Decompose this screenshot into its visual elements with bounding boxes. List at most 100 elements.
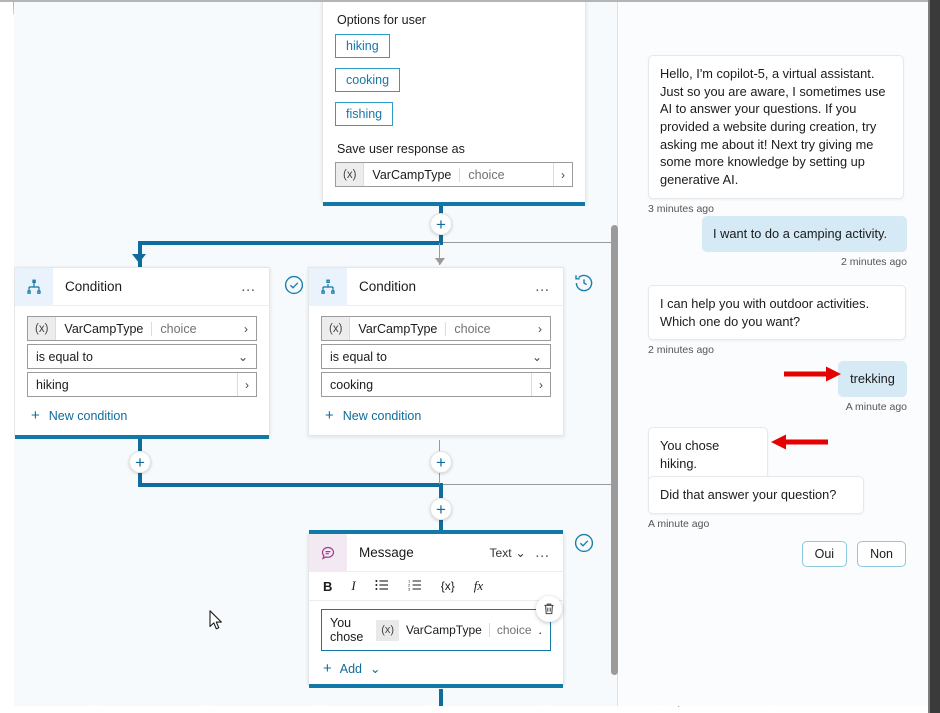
variable-prefix-icon: (x) [322,317,351,340]
chevron-down-icon[interactable]: ⌄ [524,350,550,364]
chevron-right-icon[interactable]: › [237,373,256,396]
flow-canvas[interactable]: Options for user hiking cooking fishing … [14,2,618,706]
timestamp: 2 minutes ago [648,344,714,357]
plus-icon: + [31,407,40,424]
add-node-button-4[interactable]: + [430,498,452,520]
timestamp: 3 minutes ago [648,202,714,215]
chevron-right-icon[interactable]: › [530,322,550,336]
variable-type: choice [151,321,204,336]
message-node[interactable]: Message Text ⌄ … B I 1 2 3 {x} fx You ch… [308,530,564,688]
red-arrow-right [784,366,841,382]
message-type-label: Text [489,545,512,560]
chevron-right-icon[interactable]: › [236,322,256,336]
condition-node-left[interactable]: Condition … (x) VarCampType choice › is … [14,267,270,439]
condition-variable-field[interactable]: (x) VarCampType choice › [321,316,551,341]
condition-node-body: (x) VarCampType choice › is equal to ⌄ h… [15,306,269,435]
chevron-down-icon: ⌄ [370,662,381,676]
screenshot-root: Options for user hiking cooking fishing … [0,0,940,713]
condition-variable-field[interactable]: (x) VarCampType choice › [27,316,257,341]
chat-message-user-2: trekking A minute ago [838,361,907,413]
torn-edge-left [0,0,14,713]
chat-test-panel: Hello, I'm copilot-5, a virtual assistan… [619,2,928,706]
variable-type: choice [488,623,539,637]
option-hiking[interactable]: hiking [335,34,390,58]
new-condition-button[interactable]: + New condition [27,400,257,427]
trash-icon[interactable] [536,596,562,622]
quick-reply-oui[interactable]: Oui [801,541,848,567]
variable-type: choice [445,321,498,336]
bulleted-list-icon[interactable] [375,579,389,594]
node-accent-bar [15,435,269,439]
top-border [0,0,940,2]
mouse-cursor [209,610,222,630]
chevron-down-icon[interactable]: ⌄ [230,350,256,364]
save-variable-field[interactable]: (x) VarCampType choice › [335,162,573,187]
user-bubble-text: trekking [838,361,907,397]
condition-value-field[interactable]: cooking › [321,372,551,397]
timestamp: A minute ago [845,400,907,413]
bot-bubble-text: I can help you with outdoor activities. … [648,285,906,341]
chat-message-user-1: I want to do a camping activity. 2 minut… [702,216,907,268]
chevron-right-icon[interactable]: › [531,373,550,396]
user-bubble-text: I want to do a camping activity. [702,216,907,252]
node-accent-bar-top [309,530,563,534]
connector-segment [439,689,443,706]
add-node-button-3[interactable]: + [430,451,452,473]
condition-value-field[interactable]: hiking › [27,372,257,397]
variable-name: VarCampType [372,167,452,182]
variable-prefix-icon: (x) [336,163,365,186]
condition-icon [15,268,53,306]
new-condition-button[interactable]: + New condition [321,400,551,427]
condition-node-header: Condition … [15,268,269,306]
chat-message-bot-3: You chose hiking. [648,427,768,483]
right-border-outer [930,0,940,713]
variable-insert-icon[interactable]: {x} [441,579,455,593]
node-accent-bar [323,202,585,206]
condition-node-body: (x) VarCampType choice › is equal to ⌄ c… [309,306,563,435]
red-arrow-left [771,434,828,450]
italic-icon[interactable]: I [351,578,355,594]
condition-node-menu-button[interactable]: … [241,278,269,295]
arrow-head [132,254,146,263]
condition-operator-select[interactable]: is equal to ⌄ [321,344,551,369]
canvas-vertical-scrollbar[interactable] [611,225,618,675]
condition-node-title: Condition [65,279,123,294]
message-variable-chip[interactable]: (x) VarCampType choice [376,619,539,641]
condition-operator-value: is equal to [330,349,387,364]
quick-reply-non[interactable]: Non [857,541,906,567]
add-label: Add [339,661,363,676]
variable-name: VarCampType [406,623,482,637]
message-text-prefix: You chose [330,616,364,644]
numbered-list-icon[interactable]: 1 2 3 [408,578,422,594]
message-text-editor[interactable]: You chose (x) VarCampType choice . [321,596,562,651]
condition-left-status-badge[interactable] [283,274,305,296]
variable-prefix-icon: (x) [28,317,57,340]
add-node-button-2[interactable]: + [129,451,151,473]
message-node-header: Message Text ⌄ … [309,534,563,572]
add-node-button-1[interactable]: + [430,213,452,235]
bot-bubble-text: Did that answer your question? [648,476,864,514]
question-node[interactable]: Options for user hiking cooking fishing … [322,2,586,206]
condition-node-header: Condition … [309,268,563,306]
option-cooking[interactable]: cooking [335,68,401,92]
add-message-part-button[interactable]: + Add ⌄ [309,651,563,684]
message-status-badge[interactable] [573,532,595,554]
condition-operator-select[interactable]: is equal to ⌄ [27,344,257,369]
formula-icon[interactable]: fx [474,578,483,594]
condition-node-right[interactable]: Condition … (x) VarCampType choice › is … [308,267,564,436]
condition-operator-value: is equal to [36,349,93,364]
message-icon [309,534,347,572]
condition-right-status-badge[interactable] [573,272,595,294]
option-fishing[interactable]: fishing [335,102,394,126]
variable-name: VarCampType [64,321,144,336]
condition-node-menu-button[interactable]: … [535,278,563,295]
new-condition-label: New condition [342,408,422,423]
bold-icon[interactable]: B [323,579,332,594]
message-type-select[interactable]: Text ⌄ [490,546,526,560]
timestamp: 2 minutes ago [841,255,907,268]
condition-value: hiking [36,377,69,392]
chat-message-bot-1: Hello, I'm copilot-5, a virtual assistan… [648,55,904,215]
connector-segment [138,437,142,451]
chevron-right-icon[interactable]: › [553,163,572,186]
message-node-menu-button[interactable]: … [535,544,563,561]
